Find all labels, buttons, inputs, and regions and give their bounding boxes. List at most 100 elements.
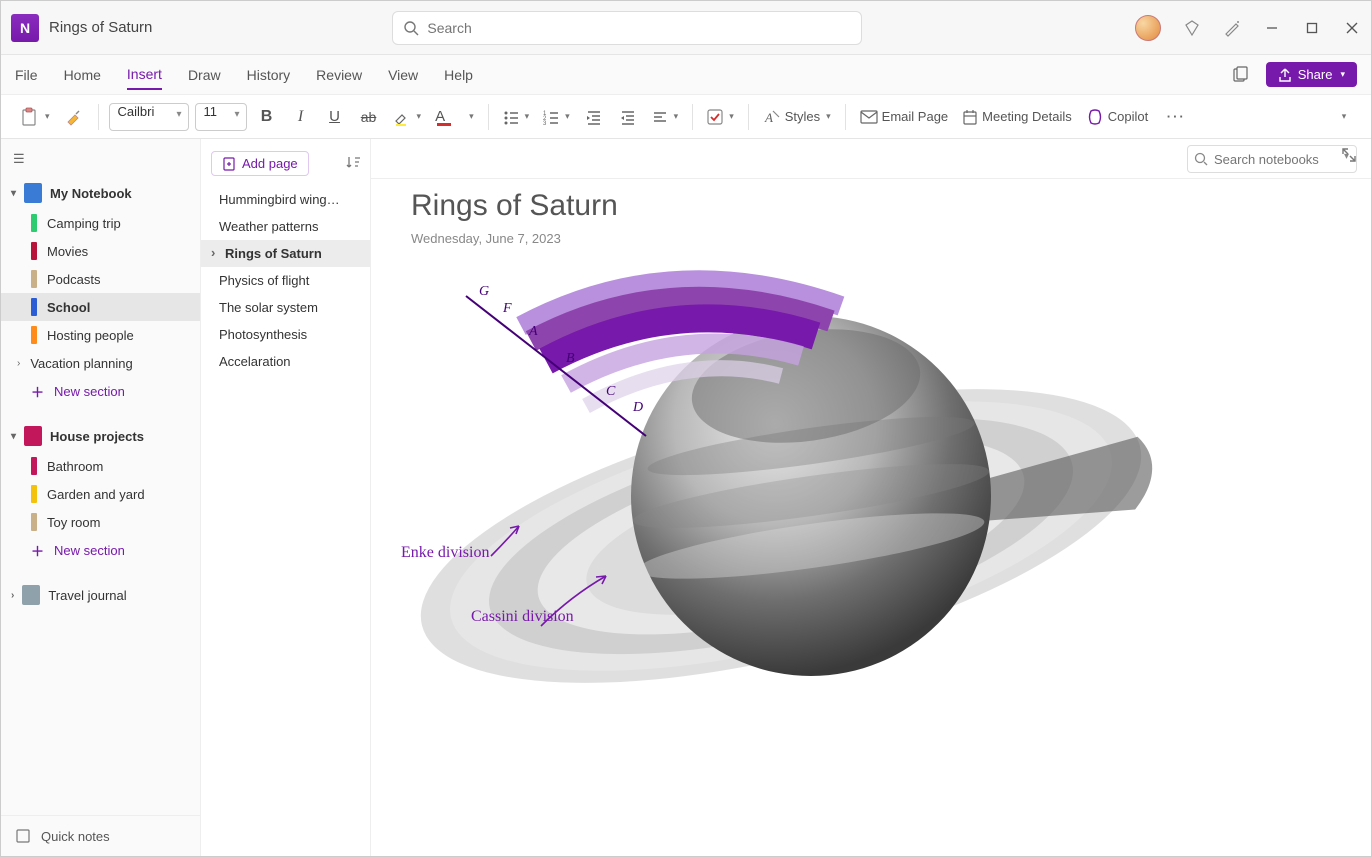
section-camping-trip[interactable]: Camping trip: [1, 209, 200, 237]
page-accelaration[interactable]: Accelaration: [201, 348, 370, 375]
ring-label-c: C: [606, 384, 615, 400]
search-notebooks-input[interactable]: [1187, 145, 1357, 173]
sort-pages-icon[interactable]: [346, 155, 360, 172]
title-bar: N Rings of Saturn: [1, 1, 1371, 55]
svg-text:A: A: [764, 110, 773, 125]
page-physics-of-flight[interactable]: Physics of flight: [201, 267, 370, 294]
svg-text:3: 3: [543, 121, 547, 127]
bold-button[interactable]: B: [253, 102, 281, 132]
ring-label-f: F: [503, 301, 512, 317]
chevron-down-icon: ▾: [11, 188, 16, 199]
menu-insert[interactable]: Insert: [127, 60, 162, 90]
menu-history[interactable]: History: [247, 61, 291, 89]
ring-label-g: G: [479, 284, 489, 300]
notebook-icon: [24, 426, 42, 446]
window-title: Rings of Saturn: [49, 19, 152, 36]
diamond-icon[interactable]: [1183, 19, 1201, 37]
copilot-button[interactable]: Copilot: [1082, 102, 1152, 132]
page-solar-system[interactable]: The solar system: [201, 294, 370, 321]
page-rings-of-saturn[interactable]: Rings of Saturn: [201, 240, 370, 267]
menu-view[interactable]: View: [388, 61, 418, 89]
highlight-button[interactable]: ▾: [389, 102, 426, 132]
ring-label-b: B: [566, 351, 575, 367]
chevron-down-icon: ▾: [11, 431, 16, 442]
notebook-label: House projects: [50, 429, 144, 444]
increase-indent-button[interactable]: [614, 102, 642, 132]
section-bathroom[interactable]: Bathroom: [1, 452, 200, 480]
styles-button[interactable]: AStyles▾: [759, 102, 835, 132]
panel-toggle-icon[interactable]: ☰: [1, 145, 200, 177]
page-weather-patterns[interactable]: Weather patterns: [201, 213, 370, 240]
ring-label-d: D: [633, 400, 643, 416]
close-button[interactable]: [1343, 19, 1361, 37]
pages-panel: Add page Hummingbird wing… Weather patte…: [201, 139, 371, 856]
menu-help[interactable]: Help: [444, 61, 473, 89]
quick-notes-button[interactable]: Quick notes: [1, 815, 200, 856]
search-icon: [1194, 152, 1208, 166]
menu-home[interactable]: Home: [64, 61, 101, 89]
notebook-travel-journal[interactable]: › Travel journal: [1, 579, 200, 611]
note-title[interactable]: Rings of Saturn: [411, 189, 1331, 223]
new-section-button[interactable]: ＋New section: [1, 377, 200, 406]
global-search[interactable]: [392, 11, 862, 45]
section-garden-and-yard[interactable]: Garden and yard: [1, 480, 200, 508]
share-icon: [1278, 68, 1292, 82]
note-content-area[interactable]: ▾ Rings of Saturn Wednesday, June 7, 202…: [371, 139, 1371, 856]
page-hummingbird[interactable]: Hummingbird wing…: [201, 186, 370, 213]
notebook-house-projects[interactable]: ▾ House projects: [1, 420, 200, 452]
open-in-app-icon[interactable]: [1226, 60, 1254, 90]
font-size-select[interactable]: 11: [195, 103, 247, 131]
format-painter-button[interactable]: [60, 102, 88, 132]
align-button[interactable]: ▾: [648, 102, 683, 132]
section-toy-room[interactable]: Toy room: [1, 508, 200, 536]
notebook-icon: [24, 183, 42, 203]
menu-file[interactable]: File: [15, 61, 38, 89]
plus-icon: ＋: [31, 382, 44, 401]
global-search-input[interactable]: [427, 12, 851, 44]
font-family-select[interactable]: Cailbri: [109, 103, 189, 131]
expand-page-icon[interactable]: [1341, 147, 1357, 166]
ribbon-chevron-icon[interactable]: ▾: [1329, 102, 1357, 132]
section-podcasts[interactable]: Podcasts: [1, 265, 200, 293]
section-school[interactable]: School: [1, 293, 200, 321]
share-button[interactable]: Share ▾: [1266, 62, 1357, 87]
pen-sparkle-icon[interactable]: [1223, 19, 1241, 37]
font-color-button[interactable]: A▾: [431, 102, 478, 132]
strikethrough-button[interactable]: ab: [355, 102, 383, 132]
ring-label-a: A: [529, 324, 538, 340]
annotation-enke: Enke division: [401, 544, 489, 562]
search-icon: [403, 20, 419, 36]
ribbon-toolbar: ▾ Cailbri 11 B I U ab ▾ A▾ ▾ 123▾ ▾ ▾ AS…: [1, 95, 1371, 139]
user-avatar[interactable]: [1135, 15, 1161, 41]
italic-button[interactable]: I: [287, 102, 315, 132]
minimize-button[interactable]: [1263, 19, 1281, 37]
paste-button[interactable]: ▾: [15, 102, 54, 132]
saturn-illustration: G F A B C D Enke division Cassini divisi…: [411, 266, 1171, 766]
note-icon: [15, 828, 31, 844]
new-section-button-2[interactable]: ＋New section: [1, 536, 200, 565]
more-options-button[interactable]: ···: [1162, 102, 1190, 132]
decrease-indent-button[interactable]: [580, 102, 608, 132]
annotation-cassini: Cassini division: [471, 608, 574, 626]
maximize-button[interactable]: [1303, 19, 1321, 37]
underline-button[interactable]: U: [321, 102, 349, 132]
section-hosting-people[interactable]: Hosting people: [1, 321, 200, 349]
share-label: Share: [1298, 67, 1333, 82]
menu-bar: File Home Insert Draw History Review Vie…: [1, 55, 1371, 95]
menu-review[interactable]: Review: [316, 61, 362, 89]
notebook-label: My Notebook: [50, 186, 132, 201]
email-page-button[interactable]: Email Page: [856, 102, 952, 132]
onenote-app-icon: N: [11, 14, 39, 42]
bullet-list-button[interactable]: ▾: [499, 102, 534, 132]
chevron-right-icon: ›: [11, 590, 14, 601]
notebook-my-notebook[interactable]: ▾ My Notebook: [1, 177, 200, 209]
section-vacation-planning[interactable]: ›Vacation planning: [1, 349, 200, 377]
menu-draw[interactable]: Draw: [188, 61, 221, 89]
notebook-label: Travel journal: [48, 588, 126, 603]
add-page-button[interactable]: Add page: [211, 151, 309, 176]
meeting-details-button[interactable]: Meeting Details: [958, 102, 1076, 132]
page-photosynthesis[interactable]: Photosynthesis: [201, 321, 370, 348]
number-list-button[interactable]: 123▾: [539, 102, 574, 132]
todo-tag-button[interactable]: ▾: [703, 102, 738, 132]
section-movies[interactable]: Movies: [1, 237, 200, 265]
